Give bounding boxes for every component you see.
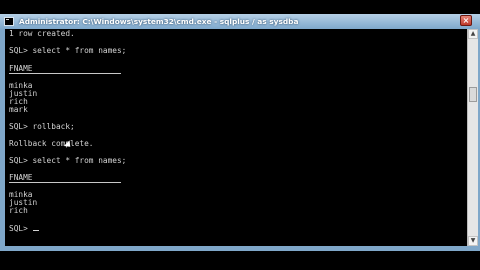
- console-line: SQL> select * from names;: [9, 156, 127, 165]
- column-separator: [9, 73, 121, 74]
- text-cursor: [33, 230, 40, 231]
- console-prompt: SQL>: [9, 224, 33, 233]
- column-separator: [9, 182, 121, 183]
- window-title: Administrator: C:\Windows\system32\cmd.e…: [19, 17, 299, 26]
- scroll-up-icon[interactable]: ▲: [468, 29, 478, 39]
- console-line-header: FNAME: [9, 64, 33, 73]
- title-bar[interactable]: Administrator: C:\Windows\system32\cmd.e…: [0, 14, 480, 29]
- close-button[interactable]: ×: [460, 15, 472, 26]
- console-line: Rollback complete.: [9, 139, 94, 148]
- screen: Administrator: C:\Windows\system32\cmd.e…: [0, 0, 480, 270]
- console-line: 1 row created.: [9, 29, 75, 38]
- console-line: SQL> select * from names;: [9, 46, 127, 55]
- console-line: rich: [9, 206, 28, 215]
- scroll-down-icon[interactable]: ▼: [468, 236, 478, 246]
- vertical-scrollbar[interactable]: ▲ ▼: [467, 29, 478, 246]
- console-icon: [4, 17, 14, 26]
- cmd-window: Administrator: C:\Windows\system32\cmd.e…: [0, 14, 480, 251]
- console-output[interactable]: 1 row created. SQL> select * from names;…: [5, 29, 467, 246]
- console-line-header: FNAME: [9, 173, 33, 182]
- scroll-thumb[interactable]: [469, 87, 477, 102]
- console-line: mark: [9, 105, 28, 114]
- console-prompt-line[interactable]: SQL>: [9, 224, 40, 233]
- console-line: SQL> rollback;: [9, 122, 75, 131]
